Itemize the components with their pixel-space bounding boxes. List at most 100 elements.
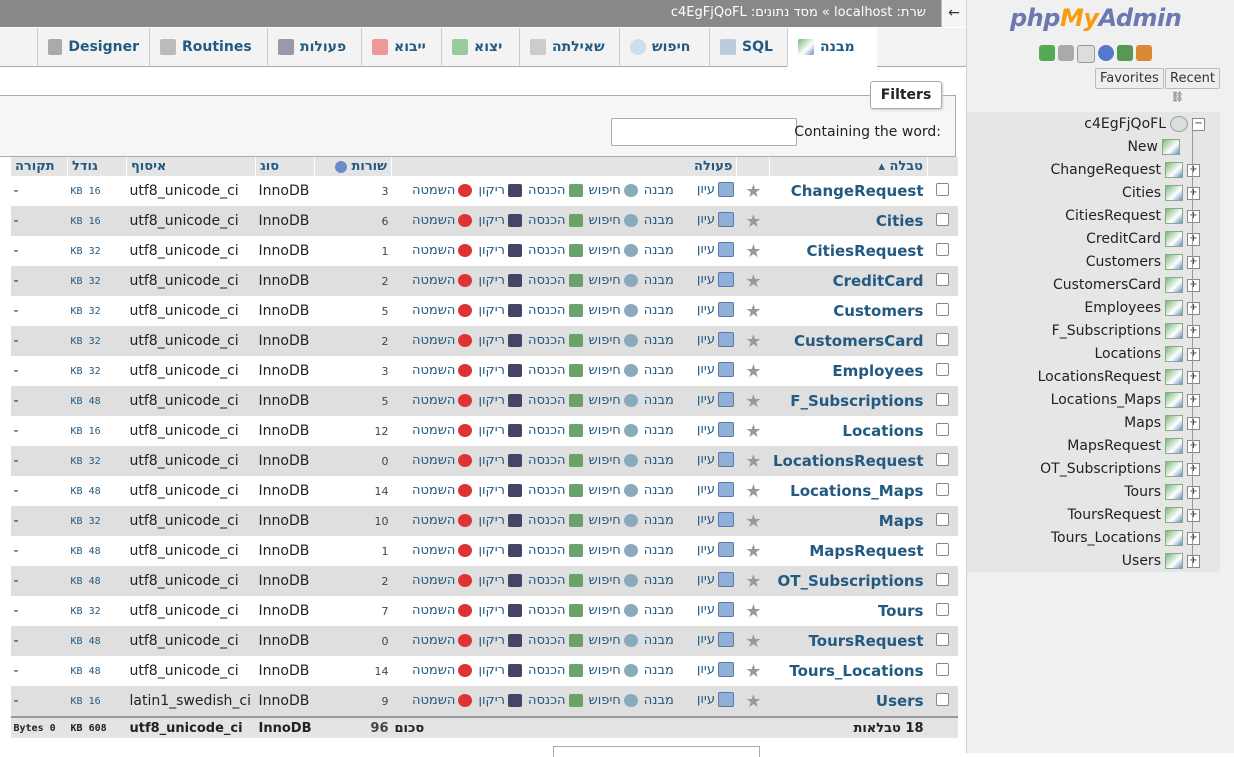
size[interactable]: 32 KB [67, 296, 127, 326]
action-browse[interactable]: עיון [697, 181, 734, 197]
checkbox[interactable] [936, 302, 950, 316]
action-drop[interactable]: השמטה [412, 393, 473, 408]
table-structure-icon[interactable] [1165, 323, 1183, 339]
favorite-star-icon[interactable]: ★ [736, 236, 770, 266]
breadcrumb[interactable]: שרת: localhost » מסד נתונים: c4EgFjQoFL [671, 5, 926, 20]
tab-search[interactable]: חיפוש [619, 28, 709, 66]
action-empty[interactable]: ריקון [478, 543, 522, 558]
checkbox[interactable] [936, 542, 950, 556]
action-empty[interactable]: ריקון [478, 243, 522, 258]
tree-table-item[interactable]: Tours_Locations + [1051, 527, 1200, 549]
expand-icon[interactable]: + [1187, 462, 1200, 476]
action-structure[interactable]: מבנה [644, 603, 691, 618]
action-insert[interactable]: הכנסה [528, 243, 583, 258]
row-checkbox[interactable] [927, 386, 958, 416]
size[interactable]: 16 KB [67, 416, 127, 446]
table-structure-icon[interactable] [1165, 415, 1183, 431]
row-checkbox[interactable] [927, 596, 958, 626]
header-size[interactable]: גודל [67, 157, 127, 176]
favorite-star-icon[interactable]: ★ [736, 326, 770, 356]
tab-sql[interactable]: SQL [709, 28, 787, 66]
checkbox[interactable] [936, 212, 950, 226]
size[interactable]: 32 KB [67, 596, 127, 626]
action-drop[interactable]: השמטה [412, 573, 473, 588]
size[interactable]: 48 KB [67, 566, 127, 596]
action-drop[interactable]: השמטה [412, 663, 473, 678]
action-insert[interactable]: הכנסה [528, 183, 583, 198]
expand-icon[interactable]: + [1187, 485, 1200, 499]
action-browse[interactable]: עיון [697, 571, 734, 587]
row-checkbox[interactable] [927, 656, 958, 686]
tree-table-item[interactable]: Locations + [1094, 343, 1200, 365]
expand-icon[interactable]: + [1187, 163, 1200, 177]
action-search[interactable]: חיפוש [589, 243, 638, 258]
phpmyadmin-logo[interactable]: phpMyAdmin [1010, 4, 1182, 32]
tree-table-item[interactable]: F_Subscriptions + [1052, 320, 1200, 342]
checkbox[interactable] [936, 662, 950, 676]
action-empty[interactable]: ריקון [478, 273, 522, 288]
action-structure[interactable]: מבנה [644, 333, 691, 348]
tab-query[interactable]: שאילתה [519, 28, 619, 66]
favorite-star-icon[interactable]: ★ [736, 506, 770, 536]
action-insert[interactable]: הכנסה [528, 213, 583, 228]
action-empty[interactable]: ריקון [478, 633, 522, 648]
row-checkbox[interactable] [927, 236, 958, 266]
table-structure-icon[interactable] [1165, 530, 1183, 546]
tree-table-item[interactable]: Cities + [1122, 182, 1200, 204]
action-structure[interactable]: מבנה [644, 363, 691, 378]
action-browse[interactable]: עיון [697, 211, 734, 227]
checkbox[interactable] [936, 632, 950, 646]
action-structure[interactable]: מבנה [644, 213, 691, 228]
tree-table-item[interactable]: LocationsRequest + [1038, 366, 1200, 388]
action-browse[interactable]: עיון [697, 391, 734, 407]
tree-table-item[interactable]: CustomersCard + [1053, 274, 1200, 296]
docs-icon[interactable] [1077, 45, 1095, 63]
expand-icon[interactable]: + [1187, 232, 1200, 246]
table-name-link[interactable]: Locations_Maps [769, 476, 928, 506]
table-name-link[interactable]: LocationsRequest [769, 446, 928, 476]
action-drop[interactable]: השמטה [412, 633, 473, 648]
table-name-link[interactable]: Tours [769, 596, 928, 626]
size[interactable]: 32 KB [67, 356, 127, 386]
action-browse[interactable]: עיון [697, 361, 734, 377]
action-empty[interactable]: ריקון [478, 393, 522, 408]
action-browse[interactable]: עיון [697, 271, 734, 287]
size[interactable]: 48 KB [67, 626, 127, 656]
row-checkbox[interactable] [927, 626, 958, 656]
table-structure-icon[interactable] [1165, 300, 1183, 316]
favorite-star-icon[interactable]: ★ [736, 266, 770, 296]
action-structure[interactable]: מבנה [644, 453, 691, 468]
row-checkbox[interactable] [927, 686, 958, 717]
action-insert[interactable]: הכנסה [528, 333, 583, 348]
action-structure[interactable]: מבנה [644, 513, 691, 528]
action-empty[interactable]: ריקון [478, 513, 522, 528]
action-search[interactable]: חיפוש [589, 363, 638, 378]
action-empty[interactable]: ריקון [478, 183, 522, 198]
action-drop[interactable]: השמטה [412, 453, 473, 468]
table-structure-icon[interactable] [1165, 369, 1183, 385]
tree-table-item[interactable]: ToursRequest + [1067, 504, 1200, 526]
action-search[interactable]: חיפוש [589, 273, 638, 288]
favorite-star-icon[interactable]: ★ [736, 536, 770, 566]
action-structure[interactable]: מבנה [644, 693, 691, 708]
home-icon[interactable] [1136, 45, 1152, 61]
expand-icon[interactable]: + [1187, 347, 1200, 361]
checkbox[interactable] [936, 392, 950, 406]
favorite-star-icon[interactable]: ★ [736, 206, 770, 236]
checkbox[interactable] [936, 242, 950, 256]
expand-icon[interactable]: + [1187, 393, 1200, 407]
collapse-arrow-icon[interactable]: ← [941, 0, 966, 27]
table-name-link[interactable]: CreditCard [769, 266, 928, 296]
row-checkbox[interactable] [927, 206, 958, 236]
header-overhead[interactable]: תקורה [10, 157, 68, 176]
action-empty[interactable]: ריקון [478, 363, 522, 378]
row-checkbox[interactable] [927, 476, 958, 506]
info-icon[interactable] [1098, 45, 1114, 61]
checkbox[interactable] [936, 422, 950, 436]
tree-table-item[interactable]: Customers + [1086, 251, 1200, 273]
with-selected-dropdown[interactable] [553, 746, 760, 757]
row-checkbox[interactable] [927, 536, 958, 566]
action-search[interactable]: חיפוש [589, 543, 638, 558]
checkbox[interactable] [936, 332, 950, 346]
row-checkbox[interactable] [927, 176, 958, 206]
